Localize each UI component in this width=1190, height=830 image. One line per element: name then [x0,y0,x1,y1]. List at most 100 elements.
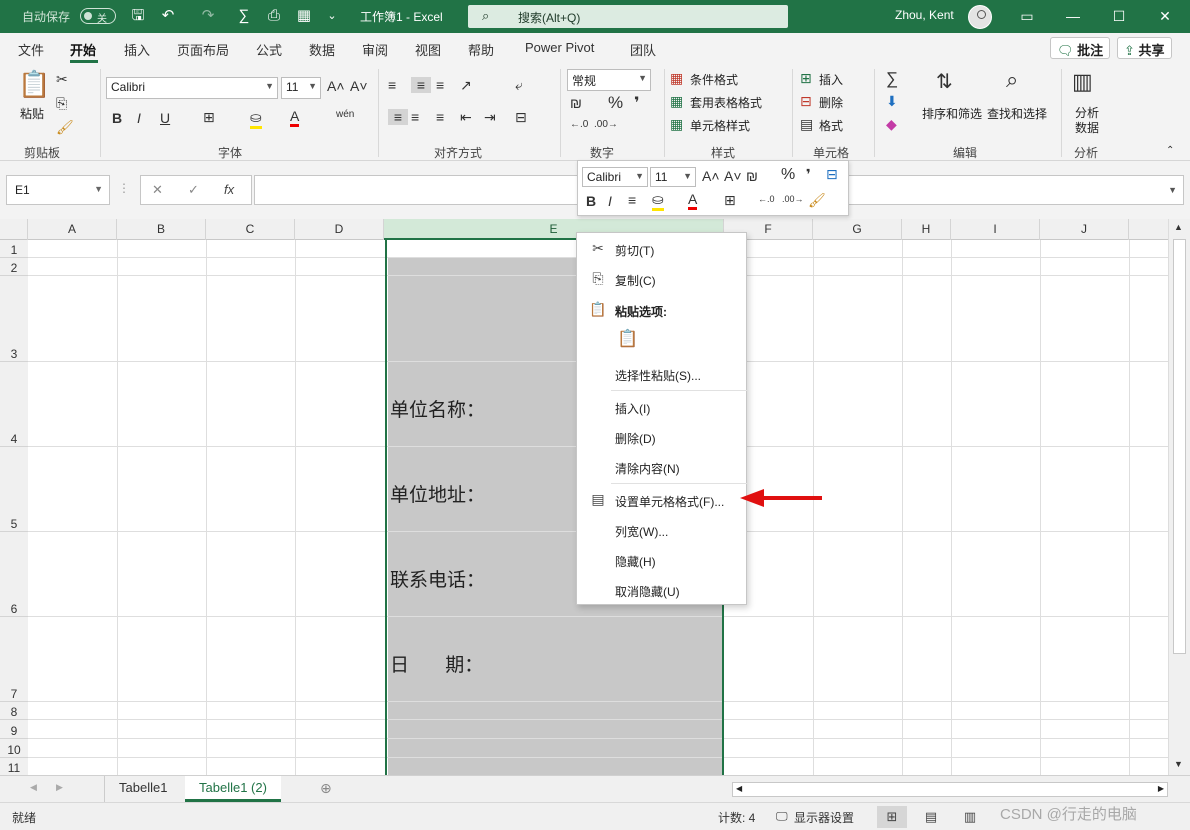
undo-icon[interactable]: ↶ [158,6,178,26]
clear-icon[interactable]: ◆ [886,116,897,133]
avatar[interactable] [968,5,992,29]
display-settings-icon[interactable]: 🖵 [776,809,788,824]
align-top-icon[interactable]: ≡ [388,77,396,93]
sheet-tab-active[interactable]: Tabelle1 (2) [185,776,281,802]
enter-icon[interactable]: ✓ [188,182,199,198]
fill-icon[interactable]: ⬇ [886,93,898,110]
column-header[interactable]: J [1040,219,1129,240]
decrease-decimal-icon[interactable]: .00→ [594,119,618,130]
column-header[interactable]: H [902,219,951,240]
menu-paste-special[interactable]: 选择性粘贴(S)... [577,361,746,387]
sheet-tab[interactable]: Tabelle1 [104,776,181,802]
insert-function-icon[interactable]: fx [224,182,234,197]
comma-style-icon[interactable]: ❜ [806,166,811,183]
autosum-icon[interactable]: ∑ [886,69,898,89]
menu-hide[interactable]: 隐藏(H) [577,547,746,573]
font-name-box[interactable]: Calibri ▼ [106,77,278,99]
ribbon-display-icon[interactable]: ▭ [1012,4,1042,28]
bold-icon[interactable]: B [112,110,122,126]
customize-qat-icon[interactable]: ⌄ [322,6,342,26]
decrease-indent-icon[interactable]: ⇤ [460,109,472,126]
page-break-view-icon[interactable]: ▥ [955,806,985,828]
cell-e6[interactable]: 联系电话： [390,565,485,592]
sort-filter-button[interactable]: 排序和筛选 [922,105,982,122]
tab-home[interactable]: 开始 [70,40,96,59]
column-header[interactable]: B [117,219,206,240]
align-center-icon[interactable]: ≡ [628,192,636,208]
tab-view[interactable]: 视图 [415,40,441,59]
format-painter-icon[interactable]: 🖌 [56,119,74,136]
row-header[interactable]: 8 [0,702,28,720]
row-header[interactable]: 4 [0,362,28,447]
accounting-format-icon[interactable]: ₪ [746,168,758,184]
maximize-icon[interactable]: ☐ [1104,4,1134,28]
column-header[interactable]: D [295,219,384,240]
form-icon[interactable]: ▦ [294,6,314,26]
minimize-icon[interactable]: — [1058,4,1088,28]
share-button[interactable]: ⇪ 共享 [1117,37,1172,59]
scroll-thumb[interactable] [1173,239,1186,654]
row-header[interactable]: 3 [0,276,28,362]
percent-icon[interactable]: % [608,93,623,113]
mini-font-size[interactable]: 11 ▼ [650,167,696,187]
decrease-font-icon[interactable]: A˅ [350,78,368,94]
increase-indent-icon[interactable]: ⇥ [484,109,496,126]
scroll-up-icon[interactable]: ▲ [1174,222,1183,232]
mini-font-name[interactable]: Calibri ▼ [582,167,648,187]
border-icon[interactable]: ⊞ [724,192,736,209]
row-header[interactable]: 11 [0,758,28,775]
align-left-icon[interactable]: ≡ [388,109,408,125]
autosum-icon[interactable]: ∑ [234,6,254,26]
menu-cut[interactable]: ✂ 剪切(T) [577,236,746,262]
scroll-right-icon[interactable]: ▶ [1158,784,1164,793]
bold-icon[interactable]: B [586,193,596,209]
tab-help[interactable]: 帮助 [468,40,494,59]
font-color-icon[interactable]: A [688,191,698,210]
font-size-box[interactable]: 11 ▼ [281,77,321,99]
align-center-icon[interactable]: ≡ [411,109,419,125]
paste-icon[interactable]: 📋 [18,69,50,100]
align-bottom-icon[interactable]: ≡ [436,77,444,93]
name-box[interactable]: E1 ▼ [6,175,110,205]
increase-font-icon[interactable]: A˄ [327,78,345,94]
copy-icon[interactable]: ⎘ [56,95,67,112]
merge-center-icon[interactable]: ⊟ [515,109,527,126]
vertical-scrollbar[interactable]: ▲ ▼ [1168,219,1190,775]
font-color-icon[interactable]: A [290,108,300,127]
horizontal-scrollbar[interactable]: ◀ ▶ [732,782,1168,797]
border-icon[interactable]: ⊞ [203,109,215,126]
italic-icon[interactable]: I [608,193,612,209]
cell-e4[interactable]: 单位名称： [390,395,485,422]
menu-column-width[interactable]: 列宽(W)... [577,517,746,543]
increase-decimal-icon[interactable]: ←.0 [570,119,588,130]
orientation-icon[interactable]: ↗ [460,77,472,94]
format-painter-icon[interactable]: 🖌 [808,192,826,209]
find-select-button[interactable]: 查找和选择 [987,105,1047,122]
column-header[interactable]: I [951,219,1040,240]
increase-decimal-icon[interactable]: ←.0 [758,194,775,204]
scroll-left-icon[interactable]: ◀ [736,784,742,793]
row-header[interactable]: 2 [0,258,28,276]
merge-center-icon[interactable]: ⊟ [826,166,838,183]
next-sheet-icon[interactable]: ▶ [56,782,63,793]
cut-icon[interactable]: ✂ [56,71,68,88]
cell-e7[interactable]: 日 期： [390,650,483,677]
select-all-corner[interactable] [0,219,28,240]
close-icon[interactable]: ✕ [1150,4,1180,28]
cancel-icon[interactable]: ✕ [152,182,163,198]
expand-formula-icon[interactable]: ▼ [1168,185,1177,195]
tab-formulas[interactable]: 公式 [256,40,282,59]
tab-power-pivot[interactable]: Power Pivot [525,40,594,55]
tab-team[interactable]: 团队 [630,40,656,59]
decrease-decimal-icon[interactable]: .00→ [782,194,804,204]
tab-page-layout[interactable]: 页面布局 [177,40,229,59]
wrap-text-icon[interactable]: ⤶ [515,77,523,94]
fill-color-icon[interactable]: ⛀ [250,109,262,129]
italic-icon[interactable]: I [137,110,141,126]
search-box[interactable]: ⌕ 搜索(Alt+Q) [468,5,788,28]
display-settings-label[interactable]: 显示器设置 [794,809,854,826]
menu-unhide[interactable]: 取消隐藏(U) [577,577,746,603]
page-layout-view-icon[interactable]: ▤ [916,806,946,828]
percent-icon[interactable]: % [781,166,795,184]
row-header[interactable]: 6 [0,532,28,617]
